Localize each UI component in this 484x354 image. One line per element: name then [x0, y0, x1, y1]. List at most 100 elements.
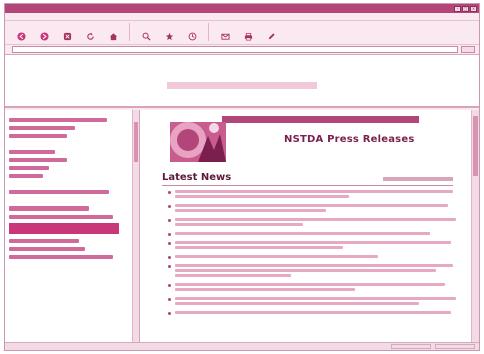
url-input[interactable]: [12, 46, 458, 53]
toolbar-separator: [208, 23, 209, 41]
news-item-title[interactable]: [175, 218, 465, 228]
news-item-title[interactable]: [175, 232, 465, 237]
news-item[interactable]: [162, 311, 465, 316]
refresh-button[interactable]: [80, 22, 100, 42]
news-text-line: [175, 255, 378, 258]
sidebar-link[interactable]: [9, 255, 113, 259]
menu-bar: [5, 13, 479, 21]
stop-button[interactable]: [57, 22, 77, 42]
search-icon: [142, 32, 151, 41]
news-item[interactable]: [162, 255, 465, 260]
sidebar-highlight-item[interactable]: [9, 223, 119, 234]
sidebar-link[interactable]: [9, 158, 67, 162]
main-scrollbar[interactable]: [471, 110, 479, 342]
news-text-line: [175, 241, 451, 244]
zone-pane: [435, 344, 475, 349]
bullet-icon: [168, 298, 171, 301]
bullet-icon: [168, 312, 171, 315]
news-item[interactable]: [162, 190, 465, 200]
news-item[interactable]: [162, 283, 465, 293]
news-text-line: [175, 302, 419, 305]
sidebar-link[interactable]: [9, 126, 75, 130]
press-release-banner: NSTDA Press Releases: [164, 114, 419, 168]
bullet-icon: [168, 205, 171, 208]
go-button[interactable]: [461, 46, 475, 53]
maximize-button[interactable]: □: [462, 5, 469, 12]
news-text-line: [175, 288, 355, 291]
sidebar-link[interactable]: [9, 150, 55, 154]
news-item[interactable]: [162, 297, 465, 307]
title-bar: – □ ×: [5, 4, 479, 13]
search-button[interactable]: [136, 22, 156, 42]
browser-window: – □ × NSTDA Press Releases Latest News: [4, 3, 480, 351]
news-text-line: [175, 283, 445, 286]
news-header: Latest News: [162, 172, 465, 183]
sidebar-link[interactable]: [9, 239, 79, 243]
minimize-button[interactable]: –: [454, 5, 461, 12]
news-item-title[interactable]: [175, 297, 465, 307]
news-text-line: [175, 204, 448, 207]
sidebar-link[interactable]: [9, 166, 49, 170]
news-item[interactable]: [162, 204, 465, 214]
news-item[interactable]: [162, 264, 465, 279]
sidebar-scroll-thumb[interactable]: [134, 122, 138, 162]
top-banner-frame: [5, 55, 479, 108]
home-button[interactable]: [103, 22, 123, 42]
news-item-title[interactable]: [175, 255, 465, 260]
sidebar-link[interactable]: [9, 134, 67, 138]
bullet-icon: [168, 233, 171, 236]
sidebar-link[interactable]: [9, 190, 109, 194]
forward-button[interactable]: [34, 22, 54, 42]
close-button[interactable]: ×: [470, 5, 477, 12]
news-item[interactable]: [162, 232, 465, 237]
sidebar-link[interactable]: [9, 174, 43, 178]
mail-icon: [220, 33, 230, 40]
news-item-title[interactable]: [175, 264, 465, 279]
stop-icon: [63, 32, 71, 41]
news-text-line: [175, 269, 436, 272]
news-text-line: [175, 218, 457, 221]
news-text-line: [175, 223, 303, 226]
news-item-title[interactable]: [175, 241, 465, 251]
news-item-title[interactable]: [175, 311, 465, 316]
bullet-icon: [168, 265, 171, 268]
main-scroll-thumb[interactable]: [473, 116, 478, 176]
status-bar: [5, 342, 479, 350]
address-bar: [5, 45, 479, 55]
history-button[interactable]: [182, 22, 202, 42]
news-item-title[interactable]: [175, 190, 465, 200]
news-text-line: [175, 311, 451, 314]
sidebar-link[interactable]: [9, 247, 85, 251]
bullet-icon: [168, 191, 171, 194]
sidebar-scrollbar[interactable]: [132, 110, 139, 342]
banner-strip: [222, 116, 419, 123]
sidebar-link[interactable]: [9, 215, 113, 219]
news-date: [383, 177, 453, 181]
print-button[interactable]: [238, 22, 258, 42]
news-item-title[interactable]: [175, 283, 465, 293]
refresh-icon: [86, 32, 94, 40]
news-text-line: [175, 195, 349, 198]
bullet-icon: [168, 242, 171, 245]
sidebar-link[interactable]: [9, 206, 89, 211]
home-icon: [109, 33, 117, 41]
main-frame: NSTDA Press Releases Latest News: [140, 110, 479, 342]
news-item[interactable]: [162, 241, 465, 251]
back-button[interactable]: [11, 22, 31, 42]
print-icon: [244, 32, 252, 41]
edit-button[interactable]: [261, 22, 281, 42]
news-item[interactable]: [162, 218, 465, 228]
news-item-title[interactable]: [175, 204, 465, 214]
top-banner-line-2[interactable]: [167, 81, 317, 89]
press-release-title: NSTDA Press Releases: [284, 134, 415, 145]
sidebar-link[interactable]: [9, 118, 107, 122]
news-text-line: [175, 264, 454, 267]
toolbar: [5, 21, 479, 45]
news-text-line: [175, 246, 344, 249]
mail-button[interactable]: [215, 22, 235, 42]
top-banner-line-1[interactable]: [137, 73, 347, 79]
favorites-icon: [165, 32, 173, 41]
favorites-button[interactable]: [159, 22, 179, 42]
